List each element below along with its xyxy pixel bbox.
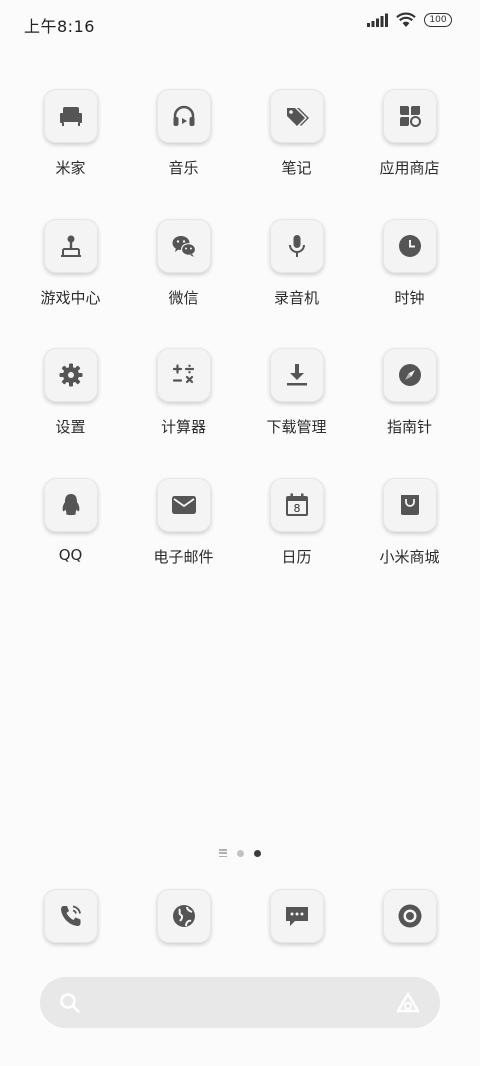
app-icon-tile[interactable] bbox=[156, 477, 211, 532]
app-icon-tile[interactable] bbox=[382, 477, 437, 532]
dock-app-phone[interactable] bbox=[14, 889, 127, 943]
app-label: 时钟 bbox=[394, 288, 425, 307]
page-dot-1[interactable] bbox=[237, 849, 244, 857]
app-icon-tile[interactable] bbox=[43, 89, 98, 143]
page-indicator[interactable] bbox=[0, 849, 480, 857]
gear-icon bbox=[59, 363, 82, 387]
app-label: 游戏中心 bbox=[40, 288, 101, 307]
camera-icon bbox=[398, 904, 421, 928]
status-time: 上午8:16 bbox=[24, 17, 95, 36]
dock-app-messages[interactable] bbox=[240, 889, 353, 943]
app-label: 电子邮件 bbox=[153, 547, 214, 566]
app-icon-tile[interactable] bbox=[43, 348, 98, 402]
app-icon-tile[interactable] bbox=[43, 218, 98, 273]
app-label: 笔记 bbox=[281, 159, 312, 177]
app-label: 设置 bbox=[55, 418, 86, 436]
app-qq[interactable]: QQ bbox=[14, 477, 127, 608]
app-icon-tile[interactable] bbox=[43, 477, 98, 532]
app-icon-tile[interactable] bbox=[382, 348, 437, 402]
status-bar: 上午8:16 100 bbox=[0, 0, 480, 46]
app-icon-tile[interactable] bbox=[382, 89, 437, 143]
wifi-icon bbox=[396, 12, 416, 27]
calendar-day-number: 8 bbox=[293, 502, 300, 515]
app-icon-tile[interactable] bbox=[269, 218, 324, 273]
app-calculator[interactable]: 计算器 bbox=[127, 348, 240, 478]
tags-icon bbox=[286, 108, 309, 126]
page-dot-2-active[interactable] bbox=[254, 849, 261, 857]
app-label: 音乐 bbox=[168, 159, 199, 177]
home-screen: 上午8:16 100 米家 音乐 笔记 应用商店 游戏中心 微信 录音机 时钟 … bbox=[0, 0, 480, 1066]
app-icon-tile[interactable] bbox=[269, 89, 324, 143]
search-input[interactable] bbox=[92, 992, 384, 1013]
app-mi-store[interactable]: 小米商城 bbox=[353, 477, 466, 608]
app-label: 指南针 bbox=[386, 418, 432, 436]
app-recorder[interactable]: 录音机 bbox=[240, 218, 353, 349]
signal-icon bbox=[367, 13, 388, 27]
app-downloads[interactable]: 下载管理 bbox=[240, 348, 353, 478]
assistant-icon[interactable] bbox=[394, 991, 422, 1015]
dock-icon-tile[interactable] bbox=[382, 889, 437, 943]
search-bar[interactable] bbox=[40, 977, 440, 1028]
app-label: 录音机 bbox=[273, 288, 319, 307]
shopping-bag-icon bbox=[400, 494, 419, 515]
status-icons: 100 bbox=[366, 12, 452, 28]
app-settings[interactable]: 设置 bbox=[14, 348, 127, 478]
wechat-icon bbox=[172, 235, 196, 257]
dock-icon-tile[interactable] bbox=[156, 889, 211, 943]
app-notes[interactable]: 笔记 bbox=[240, 89, 353, 219]
app-icon-tile[interactable] bbox=[156, 218, 211, 273]
app-game-center[interactable]: 游戏中心 bbox=[14, 218, 127, 349]
app-icon-tile[interactable]: 8 bbox=[269, 477, 324, 532]
app-mijia[interactable]: 米家 bbox=[14, 89, 127, 219]
clock-icon bbox=[398, 234, 421, 257]
dock bbox=[14, 889, 466, 943]
download-icon bbox=[286, 364, 307, 386]
page-list-icon[interactable] bbox=[219, 849, 227, 857]
app-grid-icon bbox=[399, 106, 421, 127]
envelope-icon bbox=[171, 495, 196, 514]
calculator-icon bbox=[172, 364, 194, 384]
compass-icon bbox=[398, 364, 421, 386]
joystick-icon bbox=[60, 235, 81, 257]
app-icon-tile[interactable] bbox=[156, 89, 211, 143]
app-clock[interactable]: 时钟 bbox=[353, 218, 466, 349]
app-label: 下载管理 bbox=[266, 418, 327, 436]
app-icon-tile[interactable] bbox=[382, 218, 437, 273]
battery-indicator: 100 bbox=[424, 13, 452, 27]
app-label: QQ bbox=[58, 545, 83, 564]
app-icon-tile[interactable] bbox=[156, 348, 211, 402]
app-app-store[interactable]: 应用商店 bbox=[353, 89, 466, 219]
penguin-icon bbox=[62, 493, 79, 515]
app-label: 微信 bbox=[168, 288, 199, 307]
app-grid: 米家 音乐 笔记 应用商店 游戏中心 微信 录音机 时钟 设置 计算器 下载管理… bbox=[14, 89, 466, 607]
calendar-icon: 8 bbox=[285, 493, 308, 516]
search-icon bbox=[60, 992, 80, 1013]
sofa-icon bbox=[59, 107, 82, 126]
app-label: 计算器 bbox=[160, 418, 206, 436]
headphones-icon bbox=[173, 105, 194, 126]
app-wechat[interactable]: 微信 bbox=[127, 218, 240, 349]
app-label: 米家 bbox=[55, 159, 86, 177]
message-icon bbox=[285, 907, 308, 926]
app-music[interactable]: 音乐 bbox=[127, 89, 240, 219]
app-icon-tile[interactable] bbox=[269, 348, 324, 402]
browser-globe-icon bbox=[172, 905, 195, 927]
app-label: 小米商城 bbox=[379, 547, 440, 566]
dock-icon-tile[interactable] bbox=[269, 889, 324, 943]
app-compass[interactable]: 指南针 bbox=[353, 348, 466, 478]
app-label: 应用商店 bbox=[379, 159, 440, 177]
microphone-icon bbox=[288, 234, 305, 257]
app-calendar[interactable]: 8 日历 bbox=[240, 477, 353, 608]
dock-app-camera[interactable] bbox=[353, 889, 466, 943]
app-label: 日历 bbox=[281, 547, 312, 566]
app-email[interactable]: 电子邮件 bbox=[127, 477, 240, 608]
dock-icon-tile[interactable] bbox=[43, 889, 98, 943]
phone-icon bbox=[60, 905, 81, 926]
dock-app-browser[interactable] bbox=[127, 889, 240, 943]
